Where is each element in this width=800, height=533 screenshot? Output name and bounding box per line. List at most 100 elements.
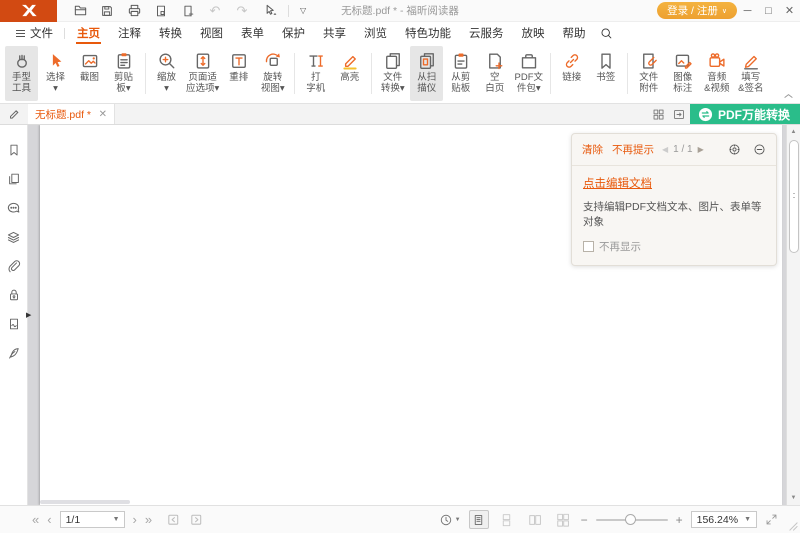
collapse-ribbon-icon[interactable]	[784, 93, 793, 99]
document-viewport[interactable]: 清除 不再提示 ◀ 1 / 1 ▶ 点击编辑文档 支持编辑PDF文档文本、图片、…	[28, 125, 786, 505]
ribbon-fill-sign-button[interactable]: 填写 &签名	[734, 46, 767, 101]
prev-page-icon[interactable]: ‹	[47, 513, 51, 527]
zoom-in-icon[interactable]: +	[676, 513, 683, 527]
ribbon-link-button[interactable]: 链接	[555, 46, 588, 101]
pdf-convert-button[interactable]: PDF万能转换	[690, 104, 800, 124]
collapse-minus-icon[interactable]	[753, 143, 766, 156]
ribbon-image-annotation-button[interactable]: 图像 标注	[666, 46, 699, 101]
ribbon-clipboard-button[interactable]: 剪贴 板▾	[107, 46, 140, 101]
ribbon-file-attachment-button[interactable]: 文件 附件	[632, 46, 665, 101]
menu-tab-cloud[interactable]: 云服务	[460, 22, 513, 44]
redo-icon[interactable]: ↷	[234, 3, 250, 19]
digital-signatures-panel-icon[interactable]	[6, 316, 22, 332]
document-tab[interactable]: 无标题.pdf * ✕	[28, 104, 115, 124]
last-page-icon[interactable]: »	[145, 513, 152, 527]
view-tool-icon[interactable]: ▼	[439, 513, 461, 527]
comments-panel-icon[interactable]	[6, 200, 22, 216]
page-number-input[interactable]	[61, 514, 113, 526]
close-button[interactable]: ✕	[779, 0, 800, 22]
menu-tab-home[interactable]: 主页	[68, 22, 109, 44]
panel-expand-handle[interactable]: ▶	[26, 311, 31, 321]
continuous-view-icon[interactable]	[497, 510, 517, 529]
reading-mode-icon[interactable]	[669, 104, 690, 124]
edit-document-link[interactable]: 点击编辑文档	[583, 175, 652, 191]
menu-tab-view[interactable]: 视图	[191, 22, 232, 44]
zoom-out-icon[interactable]: −	[581, 513, 588, 527]
pager-next-icon[interactable]: ▶	[698, 145, 704, 154]
login-button[interactable]: 登录 / 注册 ∨	[657, 2, 737, 19]
new-doc-icon[interactable]	[180, 3, 196, 19]
minimize-button[interactable]: ─	[737, 0, 758, 22]
ribbon-bookmark-button[interactable]: 书签	[589, 46, 622, 101]
zoom-slider[interactable]	[596, 519, 668, 521]
pencil-icon[interactable]	[0, 104, 28, 124]
tab-grid-icon[interactable]	[648, 104, 669, 124]
menu-file-button[interactable]: 文件	[8, 22, 61, 44]
export-doc-icon[interactable]	[153, 3, 169, 19]
ribbon-zoom-button[interactable]: 缩放 ▾	[150, 46, 183, 101]
ribbon-snapshot-button[interactable]: 截图	[73, 46, 106, 101]
ribbon-highlight-button[interactable]: 高亮	[333, 46, 366, 101]
more-commands-icon[interactable]: ▽	[300, 6, 306, 15]
scroll-down-icon[interactable]: ▼	[787, 495, 800, 501]
fullscreen-icon[interactable]	[765, 513, 778, 526]
security-panel-icon[interactable]	[6, 287, 22, 303]
clear-link[interactable]: 清除	[582, 142, 603, 157]
zoom-level-dropdown[interactable]: 156.24% ▼	[691, 511, 757, 528]
print-icon[interactable]	[126, 3, 142, 19]
single-page-view-icon[interactable]	[469, 510, 489, 529]
gear-icon[interactable]	[728, 143, 741, 156]
ribbon-fit-page-button[interactable]: 页面适 应选项▾	[184, 46, 221, 101]
ribbon-from-clipboard-button[interactable]: 从剪 贴板	[444, 46, 477, 101]
undo-icon[interactable]: ↶	[207, 3, 223, 19]
attachments-panel-icon[interactable]	[6, 258, 22, 274]
layers-panel-icon[interactable]	[6, 229, 22, 245]
facing-view-icon[interactable]	[525, 510, 545, 529]
dont-remind-link[interactable]: 不再提示	[612, 142, 654, 157]
close-tab-icon[interactable]: ✕	[99, 109, 107, 120]
page-thumbnails-icon[interactable]	[6, 171, 22, 187]
menu-tab-protect[interactable]: 保护	[273, 22, 314, 44]
menu-tab-share[interactable]: 共享	[314, 22, 355, 44]
menu-tab-comment[interactable]: 注释	[109, 22, 150, 44]
continuous-facing-view-icon[interactable]	[553, 510, 573, 529]
ribbon-audio-video-button[interactable]: 音频 &视频	[700, 46, 733, 101]
open-folder-icon[interactable]	[72, 3, 88, 19]
pointer-tool-icon[interactable]	[261, 3, 277, 19]
menu-tab-slideshow[interactable]: 放映	[513, 22, 554, 44]
ribbon-select-button[interactable]: 选择 ▾	[39, 46, 72, 101]
pager-prev-icon[interactable]: ◀	[662, 145, 668, 154]
menu-tab-form[interactable]: 表单	[232, 22, 273, 44]
ribbon-from-scanner-button[interactable]: 从扫 描仪	[410, 46, 443, 101]
highlighter-icon	[340, 49, 360, 72]
horizontal-scrollbar-thumb[interactable]	[40, 500, 130, 504]
first-page-icon[interactable]: «	[32, 513, 39, 527]
ribbon-reflow-button[interactable]: 重排	[222, 46, 255, 101]
ribbon-blank-page-button[interactable]: 空 白页	[478, 46, 511, 101]
menu-tab-browse[interactable]: 浏览	[355, 22, 396, 44]
zoom-slider-thumb[interactable]	[625, 514, 636, 525]
sign-stamp-icon[interactable]	[6, 345, 22, 361]
ribbon-rotate-view-button[interactable]: 旋转 视图▾	[256, 46, 289, 101]
ribbon-pdf-portfolio-button[interactable]: PDF文 件包▾	[512, 46, 545, 101]
menu-tab-convert[interactable]: 转换	[150, 22, 191, 44]
save-icon[interactable]	[99, 3, 115, 19]
ribbon-label: 从剪 贴板	[451, 72, 470, 94]
next-view-icon[interactable]	[189, 512, 204, 527]
dont-show-checkbox[interactable]	[583, 241, 594, 252]
ribbon-hand-tool-button[interactable]: 手型 工具	[5, 46, 38, 101]
search-icon[interactable]	[595, 22, 619, 44]
chevron-down-icon[interactable]: ▼	[113, 516, 120, 523]
bookmarks-panel-icon[interactable]	[6, 142, 22, 158]
previous-view-icon[interactable]	[166, 512, 181, 527]
window-resize-grip[interactable]	[789, 522, 798, 531]
vertical-scrollbar[interactable]: ▲ ▼	[786, 125, 800, 505]
vertical-scrollbar-thumb[interactable]	[789, 140, 799, 253]
menu-tab-help[interactable]: 帮助	[554, 22, 595, 44]
maximize-button[interactable]: □	[758, 0, 779, 22]
menu-tab-features[interactable]: 特色功能	[396, 22, 460, 44]
ribbon-file-convert-button[interactable]: 文件 转换▾	[376, 46, 409, 101]
ribbon-typewriter-button[interactable]: 打 字机	[299, 46, 332, 101]
next-page-icon[interactable]: ›	[133, 513, 137, 527]
scroll-up-icon[interactable]: ▲	[787, 129, 800, 135]
